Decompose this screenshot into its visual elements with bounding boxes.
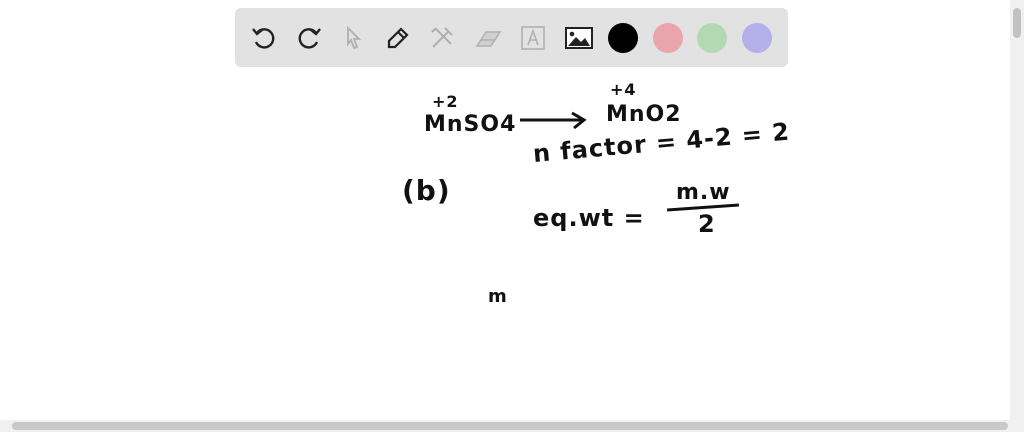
color-black-swatch[interactable] xyxy=(608,23,638,53)
redo-icon xyxy=(298,28,321,49)
equivalent-weight-label: eq.wt = xyxy=(533,204,645,232)
vertical-scroll-thumb[interactable] xyxy=(1013,8,1021,38)
image-icon xyxy=(565,27,593,49)
text-tool-button[interactable] xyxy=(517,22,549,54)
oxidation-state-right: +4 xyxy=(610,80,637,99)
reaction-arrow xyxy=(520,111,587,130)
oxidation-state-left: +2 xyxy=(432,92,459,111)
product-formula: MnO2 xyxy=(606,102,682,127)
reactant-formula: MnSO4 xyxy=(424,112,517,137)
pencil-tool-button[interactable] xyxy=(382,22,414,54)
stray-stroke: m xyxy=(488,286,508,307)
undo-button[interactable] xyxy=(248,22,280,54)
redo-button[interactable] xyxy=(293,22,325,54)
drawing-toolbar xyxy=(235,8,788,67)
part-label: (b) xyxy=(402,174,451,207)
pencil-icon xyxy=(387,27,409,49)
fraction-denominator: 2 xyxy=(698,210,716,238)
tools-button[interactable] xyxy=(426,22,458,54)
eraser-icon xyxy=(475,31,502,47)
horizontal-scrollbar[interactable] xyxy=(0,420,1024,432)
select-tool-button[interactable] xyxy=(337,22,369,54)
vertical-scrollbar[interactable] xyxy=(1010,0,1024,420)
text-icon xyxy=(521,26,545,50)
color-green-swatch[interactable] xyxy=(697,23,727,53)
eraser-tool-button[interactable] xyxy=(472,22,504,54)
undo-icon xyxy=(252,28,275,49)
tools-icon xyxy=(431,27,453,48)
horizontal-scroll-thumb[interactable] xyxy=(12,422,1008,430)
select-pointer-icon xyxy=(347,25,362,50)
image-tool-button[interactable] xyxy=(563,22,595,54)
fraction-numerator: m.w xyxy=(676,180,731,205)
color-red-swatch[interactable] xyxy=(653,23,683,53)
color-purple-swatch[interactable] xyxy=(742,23,772,53)
